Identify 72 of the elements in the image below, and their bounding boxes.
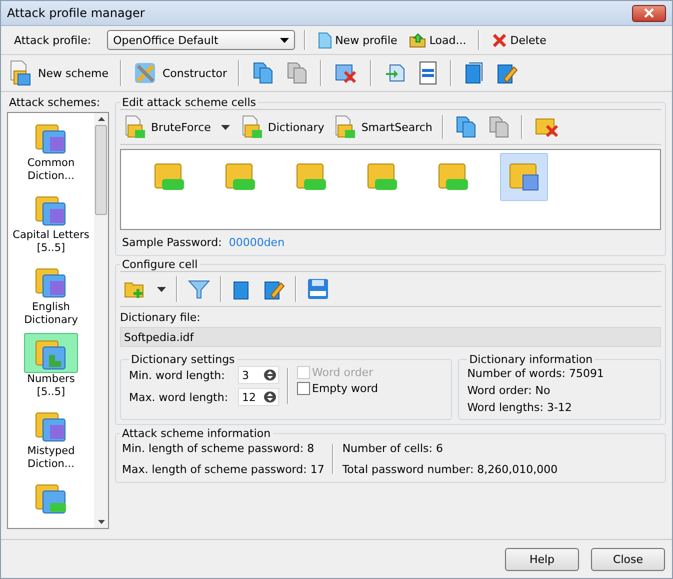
floppy-icon	[307, 278, 329, 300]
help-button[interactable]: Help	[505, 548, 579, 570]
group-title: Attack scheme information	[121, 427, 272, 440]
scheme-label: Mistyped Diction...	[27, 445, 75, 471]
group-title: Configure cell	[121, 258, 199, 271]
scroll-down-icon	[98, 520, 104, 524]
attack-schemes-label: Attack schemes:	[9, 96, 102, 109]
attack-profile-label: Attack profile:	[14, 34, 92, 46]
new-profile-button[interactable]: New profile	[315, 30, 400, 50]
scheme-label: English Dictionary	[24, 301, 78, 327]
profile-dropdown[interactable]: OpenOffice Default	[107, 30, 296, 50]
filter-icon	[188, 278, 210, 300]
block-document-icon	[240, 115, 264, 139]
load-button[interactable]: Load...	[406, 32, 470, 48]
copy-icon	[286, 61, 308, 85]
copy-icon	[252, 61, 274, 85]
document-icon	[318, 32, 332, 48]
block-document-icon	[333, 115, 358, 139]
dictionary-file-field[interactable]: Softpedia.idf	[120, 327, 661, 347]
copy-icon	[455, 115, 478, 139]
folder-arrow-icon	[409, 32, 426, 48]
close-dialog-button[interactable]: Close	[591, 548, 665, 570]
window-title: Attack profile manager	[7, 6, 145, 20]
block-folder-icon	[507, 161, 541, 193]
new-scheme-button[interactable]: New scheme	[5, 59, 112, 87]
block-abc-icon	[365, 161, 399, 193]
info-line: Min. length of scheme password: 8	[122, 442, 316, 455]
info-line: Word order: No	[467, 383, 552, 398]
dictionary-file-label: Dictionary file:	[120, 311, 202, 324]
delete-button[interactable]: Delete	[489, 32, 550, 48]
min-length-label: Min. word length:	[129, 368, 225, 382]
constructor-button[interactable]: Constructor	[130, 59, 230, 87]
info-line: Number of cells: 6	[342, 442, 444, 455]
dictionary-button[interactable]: Dictionary	[236, 114, 328, 140]
group-title: Edit attack scheme cells	[121, 96, 257, 109]
min-length-spinner[interactable]: 3	[238, 366, 279, 384]
import-icon	[384, 62, 406, 84]
scrollbar[interactable]	[94, 113, 108, 528]
close-button[interactable]	[632, 4, 666, 22]
copy-icon	[488, 115, 510, 139]
block-abc-icon	[294, 161, 328, 193]
option-checkbox[interactable]: Empty word	[297, 382, 378, 395]
block-abc-icon	[223, 161, 257, 193]
block-document-icon	[123, 115, 147, 139]
info-line: Word lengths: 3-12	[467, 400, 573, 415]
caret-icon	[280, 38, 290, 42]
bruteforce-button[interactable]: BruteForce	[120, 114, 214, 140]
sample-password-value: 00000den	[228, 236, 285, 249]
sample-password-label: Sample Password:	[122, 236, 222, 249]
scheme-cell[interactable]	[500, 153, 548, 201]
caret-icon[interactable]	[157, 286, 166, 292]
max-length-label: Max. word length:	[129, 390, 228, 404]
block-abc-icon	[436, 161, 470, 193]
scroll-up-icon	[98, 117, 104, 121]
info-line: Total password number: 8,260,010,000	[342, 463, 558, 476]
smartsearch-button[interactable]: SmartSearch	[330, 114, 436, 140]
block-abc-icon	[152, 161, 186, 193]
scheme-label: Common Diction...	[27, 157, 75, 183]
info-line: Max. length of scheme password: 17	[122, 463, 324, 476]
group-title: Dictionary information	[468, 353, 594, 366]
scheme-label: Numbers [5..5]	[27, 373, 75, 399]
spin-arrows-icon	[264, 391, 276, 403]
max-length-spinner[interactable]: 12	[238, 388, 279, 406]
info-line: Number of words: 75091	[467, 366, 605, 381]
document-list-icon	[418, 61, 438, 85]
spin-arrows-icon	[264, 369, 276, 381]
group-title: Dictionary settings	[130, 353, 236, 366]
scroll-thumb[interactable]	[95, 125, 107, 215]
scheme-label: Capital Letters [5..5]	[12, 229, 90, 255]
delete-icon	[492, 32, 508, 48]
caret-icon[interactable]	[220, 124, 230, 130]
close-icon	[643, 8, 655, 18]
